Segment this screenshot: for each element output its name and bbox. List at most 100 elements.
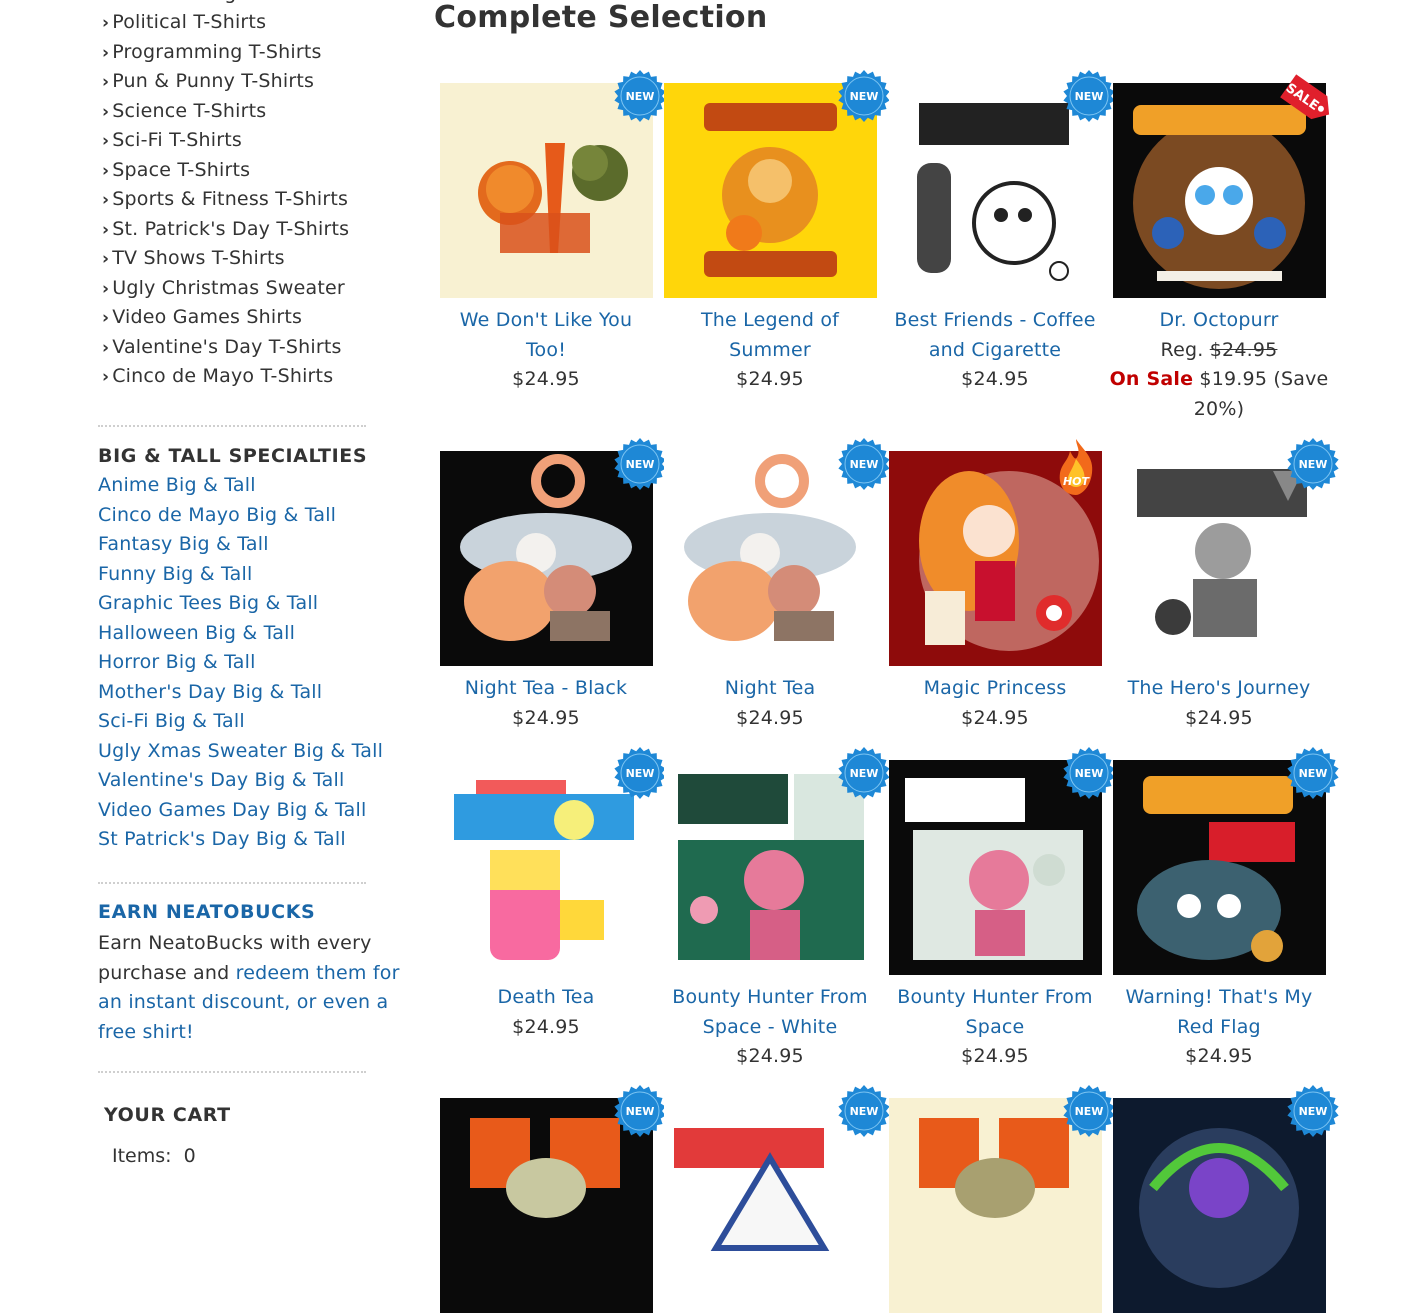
product-image[interactable]: NEW xyxy=(439,1085,666,1313)
product-name-link[interactable]: Night Tea - Black xyxy=(431,674,661,704)
category-item[interactable]: › Science T-Shirts xyxy=(102,100,266,122)
svg-text:NEW: NEW xyxy=(1074,767,1103,780)
product-image[interactable]: NEW xyxy=(663,438,890,666)
big-tall-link[interactable]: St Patrick's Day Big & Tall xyxy=(98,828,346,850)
chevron-right-icon: › xyxy=(102,249,110,269)
category-partial-top[interactable]: ›Pocket Designs xyxy=(102,0,259,4)
new-badge-icon: NEW xyxy=(1286,438,1339,490)
chevron-right-icon: › xyxy=(102,72,110,92)
category-label: Space T-Shirts xyxy=(112,158,251,181)
category-item[interactable]: › Space T-Shirts xyxy=(102,159,250,181)
product-name-link[interactable]: Death Tea xyxy=(431,983,661,1013)
chevron-right-icon: › xyxy=(102,13,110,33)
product-card: NEW Night Tea $24.95 xyxy=(655,438,890,733)
product-image[interactable]: NEW xyxy=(439,747,666,975)
category-item[interactable]: › Valentine's Day T-Shirts xyxy=(102,336,342,358)
category-item[interactable]: › Ugly Christmas Sweater xyxy=(102,277,345,299)
earn-description: Earn NeatoBucks with every purchase and … xyxy=(98,932,400,1043)
product-card: NEW Night Tea - Black $24.95 xyxy=(431,438,666,733)
category-item[interactable]: › Programming T-Shirts xyxy=(102,41,322,63)
big-tall-link[interactable]: Sci-Fi Big & Tall xyxy=(98,710,245,732)
product-price: $24.95 xyxy=(1185,1045,1253,1067)
product-card: NEW Bounty Hunter From Space $24.95 xyxy=(880,747,1115,1072)
chevron-right-icon: › xyxy=(102,278,110,299)
big-tall-link[interactable]: Valentine's Day Big & Tall xyxy=(98,769,345,791)
big-tall-link[interactable]: Mother's Day Big & Tall xyxy=(98,681,322,703)
product-card: NEW Best Friends - Coffee and Cigarette $… xyxy=(880,70,1115,395)
big-tall-link[interactable]: Anime Big & Tall xyxy=(98,474,256,496)
chevron-right-icon: › xyxy=(102,101,110,122)
category-label: Political T-Shirts xyxy=(112,11,267,33)
category-label: Programming T-Shirts xyxy=(112,40,322,63)
chevron-right-icon: › xyxy=(102,190,110,210)
product-card: NEW We Don't Like You Too! $24.95 xyxy=(431,70,666,395)
divider xyxy=(98,882,366,884)
big-tall-link[interactable]: Video Games Day Big & Tall xyxy=(98,799,366,821)
product-image[interactable]: NEW xyxy=(888,1085,1115,1313)
product-image[interactable]: NEW xyxy=(663,1085,890,1313)
product-card: NEW Warning! That's My Red Flag $24.95 xyxy=(1104,747,1339,1072)
product-image[interactable]: NEW xyxy=(1112,438,1339,666)
category-label: TV Shows T-Shirts xyxy=(112,247,285,269)
product-name-link[interactable]: The Legend of Summer xyxy=(655,306,885,365)
product-name-link[interactable]: Dr. Octopurr xyxy=(1104,306,1334,336)
product-image[interactable]: NEW xyxy=(439,438,666,666)
product-image[interactable]: NEW xyxy=(1112,747,1339,975)
new-badge-icon: NEW xyxy=(1286,747,1339,799)
product-image[interactable]: NEW xyxy=(663,747,890,975)
svg-text:NEW: NEW xyxy=(625,767,654,780)
regular-price: Reg. $24.95 xyxy=(1160,338,1278,361)
product-price: $24.95 xyxy=(961,1045,1029,1067)
svg-text:NEW: NEW xyxy=(625,1105,654,1118)
big-tall-link[interactable]: Ugly Xmas Sweater Big & Tall xyxy=(98,740,383,762)
page-title: Complete Selection xyxy=(434,0,768,35)
big-tall-link[interactable]: Graphic Tees Big & Tall xyxy=(98,592,318,614)
strikethrough-price: $24.95 xyxy=(1209,338,1278,361)
divider xyxy=(98,425,366,427)
product-name-link[interactable]: Best Friends - Coffee and Cigarette xyxy=(880,306,1110,365)
product-price: $24.95 xyxy=(736,368,804,390)
product-image[interactable]: NEW xyxy=(1112,1085,1339,1313)
category-item[interactable]: › TV Shows T-Shirts xyxy=(102,247,285,269)
cart-items: Items: 0 xyxy=(112,1145,196,1167)
product-image[interactable]: SALE xyxy=(1112,74,1329,298)
svg-text:NEW: NEW xyxy=(625,458,654,471)
sale-price: On Sale $19.95 (Save 20%) xyxy=(1109,368,1329,420)
product-name-link[interactable]: Bounty Hunter From Space xyxy=(880,983,1110,1042)
category-item[interactable]: › Political T-Shirts xyxy=(102,11,266,33)
product-name-link[interactable]: Warning! That's My Red Flag xyxy=(1104,983,1334,1042)
product-name-link[interactable]: The Hero's Journey xyxy=(1104,674,1334,704)
product-image[interactable]: NEW xyxy=(663,70,890,298)
svg-text:NEW: NEW xyxy=(1298,458,1327,471)
category-item[interactable]: › Sports & Fitness T-Shirts xyxy=(102,188,348,210)
chevron-right-icon: › xyxy=(102,337,110,358)
chevron-right-icon: › xyxy=(102,42,110,63)
big-tall-link[interactable]: Cinco de Mayo Big & Tall xyxy=(98,504,336,526)
big-tall-link[interactable]: Halloween Big & Tall xyxy=(98,622,295,644)
category-item[interactable]: › Video Games Shirts xyxy=(102,306,302,328)
chevron-right-icon: › xyxy=(102,0,109,4)
product-name-link[interactable]: We Don't Like You Too! xyxy=(431,306,661,365)
category-item[interactable]: › Sci-Fi T-Shirts xyxy=(102,129,242,151)
category-item[interactable]: › Pun & Punny T-Shirts xyxy=(102,70,314,92)
svg-text:NEW: NEW xyxy=(1074,90,1103,103)
category-item[interactable]: › St. Patrick's Day T-Shirts xyxy=(102,218,349,240)
product-image[interactable]: NEW xyxy=(888,70,1115,298)
product-image[interactable]: HOT xyxy=(888,439,1102,666)
svg-text:NEW: NEW xyxy=(1074,1105,1103,1118)
category-item[interactable]: › Cinco de Mayo T-Shirts xyxy=(102,365,333,387)
chevron-right-icon: › xyxy=(102,160,110,181)
product-name-link[interactable]: Magic Princess xyxy=(880,674,1110,704)
product-name-link[interactable]: Night Tea xyxy=(655,674,885,704)
big-tall-link[interactable]: Funny Big & Tall xyxy=(98,563,252,585)
product-image[interactable]: NEW xyxy=(439,70,666,298)
big-tall-link[interactable]: Horror Big & Tall xyxy=(98,651,256,673)
svg-text:NEW: NEW xyxy=(849,1105,878,1118)
svg-text:NEW: NEW xyxy=(849,767,878,780)
hot-flame-icon: HOT xyxy=(1059,439,1092,495)
product-image[interactable]: NEW xyxy=(888,747,1115,975)
big-tall-heading: BIG & TALL SPECIALTIES xyxy=(98,445,368,467)
product-name-link[interactable]: Bounty Hunter From Space - White xyxy=(655,983,885,1042)
big-tall-link[interactable]: Fantasy Big & Tall xyxy=(98,533,269,555)
product-price: $24.95 xyxy=(961,368,1029,390)
